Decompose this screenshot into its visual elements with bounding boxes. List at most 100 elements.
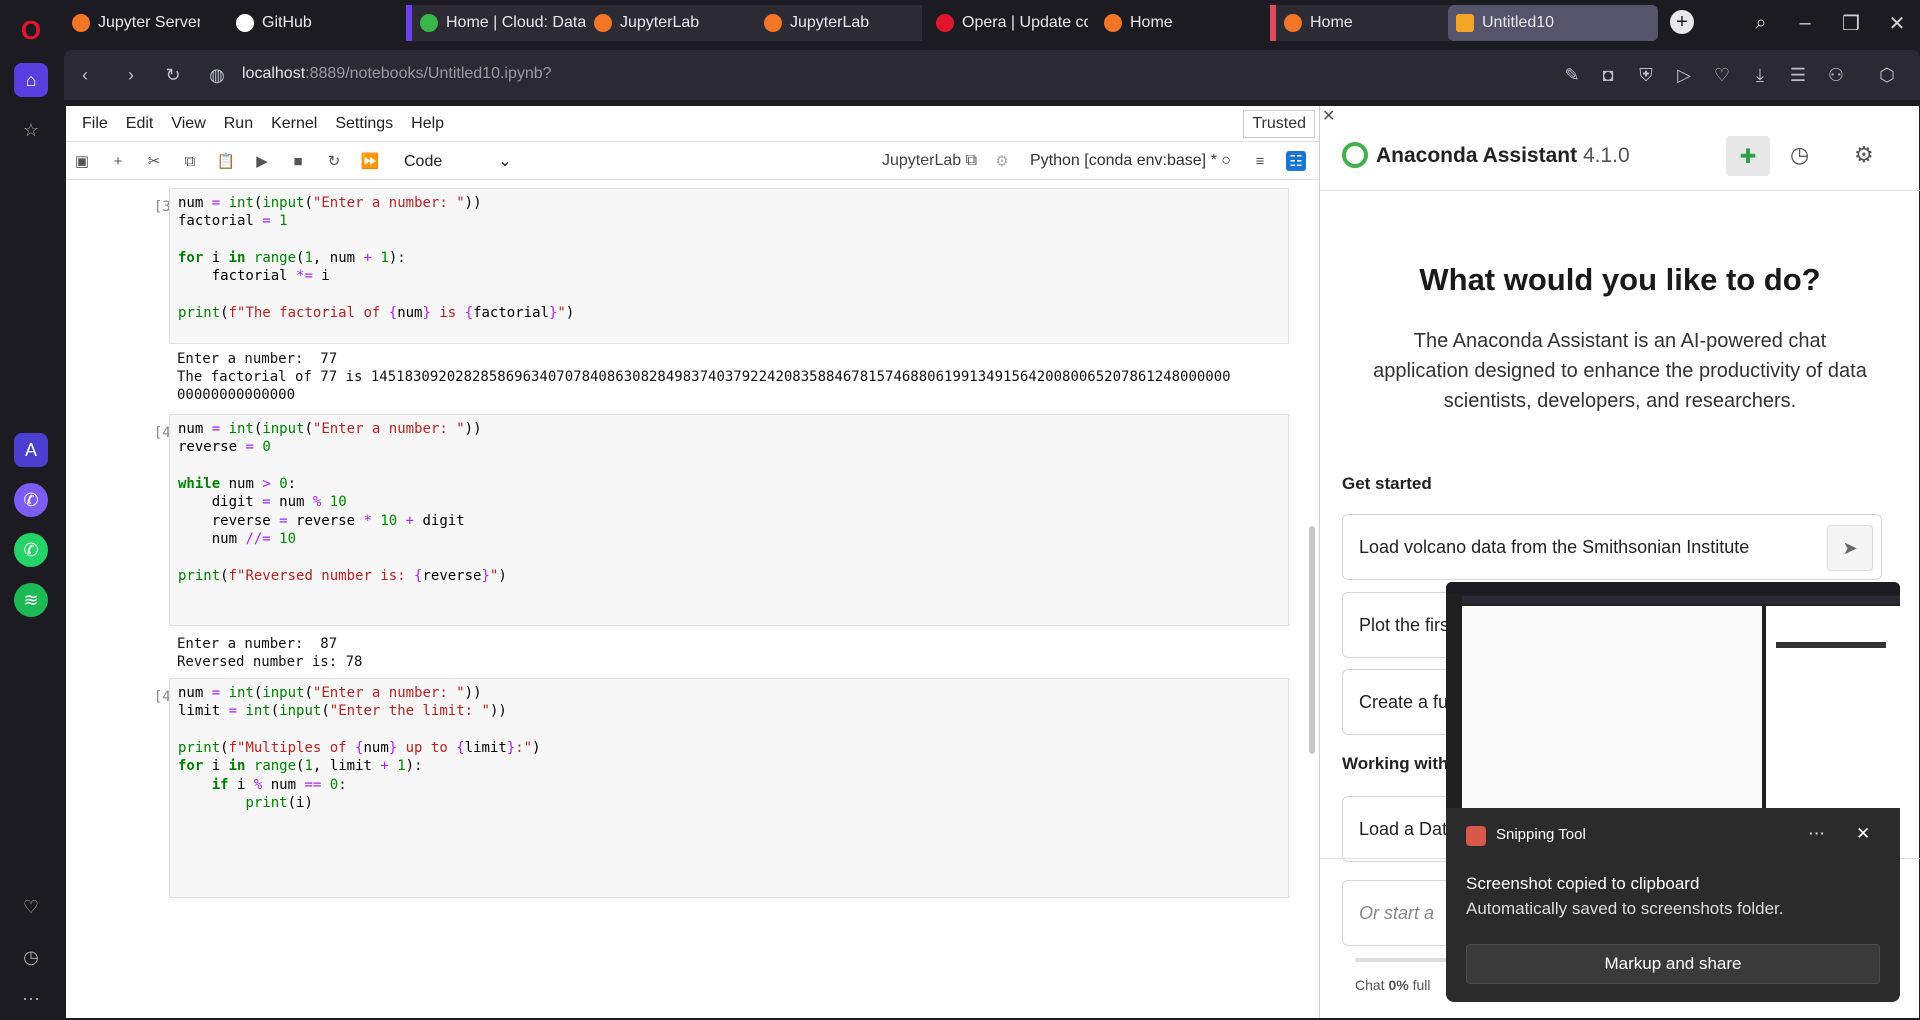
bookmark-heart-icon[interactable]: ♡: [1711, 64, 1733, 86]
tab-untitled10[interactable]: Untitled10: [1448, 5, 1658, 41]
stop-icon[interactable]: ■: [288, 151, 308, 171]
forward-icon[interactable]: ›: [120, 64, 142, 86]
property-inspector-icon[interactable]: ☷: [1286, 151, 1306, 171]
jupyter-menu-bar: File Edit View Run Kernel Settings Help …: [66, 106, 1319, 142]
notification-message: Screenshot copied to clipboard: [1466, 874, 1700, 893]
restart-icon[interactable]: ↻: [324, 151, 344, 171]
cut-icon[interactable]: ✂: [144, 151, 164, 171]
menu-edit[interactable]: Edit: [126, 115, 154, 133]
paste-icon[interactable]: 📋: [216, 151, 236, 171]
fast-forward-icon[interactable]: ⏩: [360, 151, 380, 171]
opera-sidebar: O ⌂ ☆ A ✆ ✆ ≋ ♡ ◷ ⋯: [0, 0, 64, 1020]
menu-file[interactable]: File: [82, 115, 108, 133]
download-icon[interactable]: ⤓: [1749, 64, 1771, 86]
menu-settings[interactable]: Settings: [335, 115, 393, 133]
site-info-icon[interactable]: ◍: [206, 64, 228, 86]
aria-icon[interactable]: A: [14, 433, 48, 467]
notebook-scrollbar[interactable]: [1307, 184, 1317, 1018]
tab-jupyterlab-2[interactable]: JupyterLab: [756, 5, 922, 41]
profile-icon[interactable]: ⚇: [1825, 64, 1847, 86]
search-icon[interactable]: ⌕: [1748, 10, 1774, 36]
menu-help[interactable]: Help: [411, 115, 444, 133]
minimize-icon[interactable]: –: [1792, 10, 1818, 36]
scrollbar-thumb[interactable]: [1309, 526, 1315, 754]
tab-home-2[interactable]: Home: [1270, 5, 1450, 41]
new-tab-plus-icon[interactable]: +: [1670, 10, 1694, 34]
heart-icon[interactable]: ♡: [14, 890, 48, 924]
cell-output-line: 00000000000000: [177, 387, 296, 403]
messenger-icon[interactable]: ✆: [14, 483, 48, 517]
url-field[interactable]: localhost:8889/notebooks/Untitled10.ipyn…: [242, 65, 552, 83]
cell-output-line: The factorial of 77 is 14518309202828586…: [177, 369, 1231, 385]
get-started-heading: Get started: [1342, 474, 1432, 493]
extensions-icon[interactable]: ⬡: [1876, 64, 1898, 86]
menu-kernel[interactable]: Kernel: [271, 115, 317, 133]
run-icon[interactable]: ▶: [252, 151, 272, 171]
pinboard-icon[interactable]: ☆: [14, 113, 48, 147]
gear-icon[interactable]: ⚙: [992, 151, 1012, 171]
notification-app-name: Snipping Tool: [1496, 826, 1586, 843]
markup-and-share-button[interactable]: Markup and share: [1466, 944, 1880, 984]
new-chat-icon[interactable]: ✚: [1726, 136, 1770, 176]
camera-icon[interactable]: ◘: [1597, 64, 1619, 86]
send-icon[interactable]: ➤: [1827, 525, 1873, 571]
opera-logo-icon[interactable]: O: [14, 13, 48, 47]
copy-icon[interactable]: ⧉: [180, 151, 200, 171]
history-icon[interactable]: ◷: [14, 940, 48, 974]
tab-home-1[interactable]: Home: [1096, 5, 1236, 41]
cell-output-line: Enter a number: 77: [177, 351, 338, 367]
reload-icon[interactable]: ↻: [162, 64, 184, 86]
tab-jupyterlab-1[interactable]: JupyterLab: [586, 5, 756, 41]
close-window-icon[interactable]: ✕: [1884, 10, 1910, 36]
suggestion-card[interactable]: Load volcano data from the Smithsonian I…: [1342, 514, 1882, 580]
assistant-title: Anaconda Assistant 4.1.0: [1376, 144, 1630, 167]
cell-type-select[interactable]: Code ⌄: [404, 151, 512, 171]
menu-view[interactable]: View: [171, 115, 205, 133]
jupyter-icon: [1284, 14, 1302, 32]
whatsapp-icon[interactable]: ✆: [14, 533, 48, 567]
tab-opera-update[interactable]: Opera | Update com: [928, 5, 1088, 41]
assistant-heading: What would you like to do?: [1419, 262, 1821, 297]
jupyter-icon: [1104, 14, 1122, 32]
flow-icon[interactable]: ▷: [1673, 64, 1695, 86]
more-icon[interactable]: ⋯: [14, 982, 48, 1016]
jupyter-icon: [764, 14, 782, 32]
screenshot-thumbnail[interactable]: [1446, 582, 1900, 808]
kernel-name[interactable]: Python [conda env:base] * ○: [1030, 152, 1231, 170]
assistant-scrollbar[interactable]: [1908, 202, 1916, 942]
menu-lines-icon[interactable]: ≡: [1250, 151, 1270, 171]
back-icon[interactable]: ‹: [74, 64, 96, 86]
tab-jupyter-server[interactable]: Jupyter Server: [64, 5, 200, 41]
settings-gear-icon[interactable]: ⚙: [1854, 142, 1874, 168]
code-cell[interactable]: num = int(input("Enter a number: ")) lim…: [169, 678, 1289, 898]
code-cell[interactable]: num = int(input("Enter a number: ")) fac…: [169, 188, 1289, 344]
easy-setup-icon[interactable]: ☰: [1787, 64, 1809, 86]
home-icon[interactable]: ⌂: [14, 63, 48, 97]
notebook-toolbar: ▣ + ✂ ⧉ 📋 ▶ ■ ↻ ⏩ Code ⌄ JupyterLab ⧉ ⚙ P…: [66, 142, 1319, 180]
notebook-icon: [1456, 14, 1474, 32]
menu-run[interactable]: Run: [224, 115, 253, 133]
save-icon[interactable]: ▣: [72, 151, 92, 171]
tab-github[interactable]: GitHub: [228, 5, 358, 41]
adblock-icon[interactable]: ⛨: [1635, 64, 1657, 86]
browser-tab-bar: Jupyter Server GitHub Home | Cloud: Data…: [0, 0, 1920, 46]
assistant-description: The Anaconda Assistant is an AI-powered …: [1373, 330, 1867, 412]
close-icon[interactable]: ✕: [1856, 824, 1870, 844]
cell-output-line: Enter a number: 87: [177, 636, 338, 652]
open-jupyterlab-link[interactable]: JupyterLab ⧉: [882, 152, 977, 170]
insert-cell-icon[interactable]: +: [108, 151, 128, 171]
chevron-down-icon: ⌄: [498, 153, 512, 170]
notebook-cells: [37]: num = int(input("Enter a number: "…: [66, 184, 1319, 1018]
edit-icon[interactable]: ✎: [1561, 64, 1583, 86]
spotify-icon[interactable]: ≋: [14, 583, 48, 617]
restore-icon[interactable]: ❐: [1838, 10, 1864, 36]
trusted-badge[interactable]: Trusted: [1243, 110, 1315, 138]
chat-usage-label: Chat 0% full: [1355, 977, 1431, 993]
code-cell[interactable]: num = int(input("Enter a number: ")) rev…: [169, 414, 1289, 626]
jupyter-icon: [594, 14, 612, 32]
more-options-icon[interactable]: ⋯: [1808, 824, 1825, 844]
external-link-icon: ⧉: [965, 152, 978, 169]
history-icon[interactable]: ◷: [1790, 142, 1809, 168]
working-with-heading: Working with: [1342, 754, 1449, 773]
tab-cloud-data[interactable]: Home | Cloud: Data: [406, 5, 586, 41]
